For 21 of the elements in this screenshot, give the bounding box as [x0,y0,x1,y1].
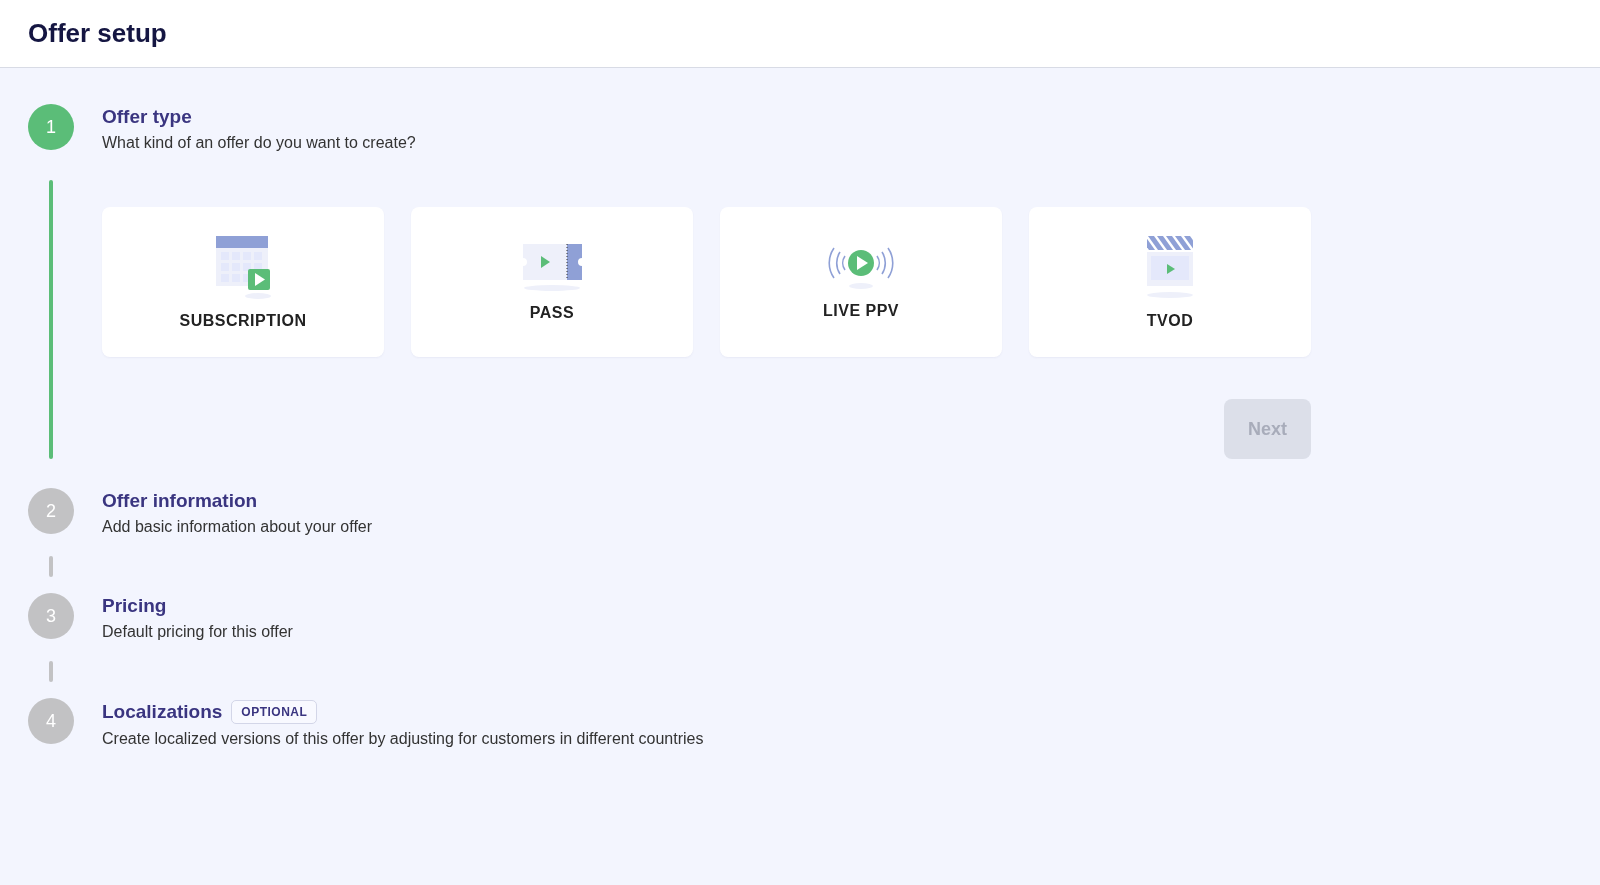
optional-badge: OPTIONAL [231,700,318,724]
step-description: What kind of an offer do you want to create? [102,134,417,152]
step-title: Localizations [102,701,223,723]
step-description: Default pricing for this offer [102,623,294,641]
step-number: 2 [28,488,74,534]
step-description: Add basic information about your offer [102,518,374,536]
ticket-play-icon [521,242,583,292]
step-title: Offer type [102,106,192,128]
page-title: Offer setup [28,18,167,49]
offer-type-card[interactable]: TVOD [1029,207,1311,357]
step-number: 1 [28,104,74,150]
clapperboard-icon [1145,234,1195,300]
step-number: 3 [28,593,74,639]
step-title: Offer information [102,490,258,512]
step-description: Create localized versions of this offer by adjusting for customers in different countries [102,730,705,748]
calendar-play-icon [214,234,272,300]
offer-type-card[interactable]: LIVE PPV [720,207,1002,357]
step-title: Pricing [102,595,167,617]
offer-type-card[interactable]: SUBSCRIPTION [102,207,384,357]
offer-type-card[interactable]: PASS [411,207,693,357]
step-number: 4 [28,698,74,744]
